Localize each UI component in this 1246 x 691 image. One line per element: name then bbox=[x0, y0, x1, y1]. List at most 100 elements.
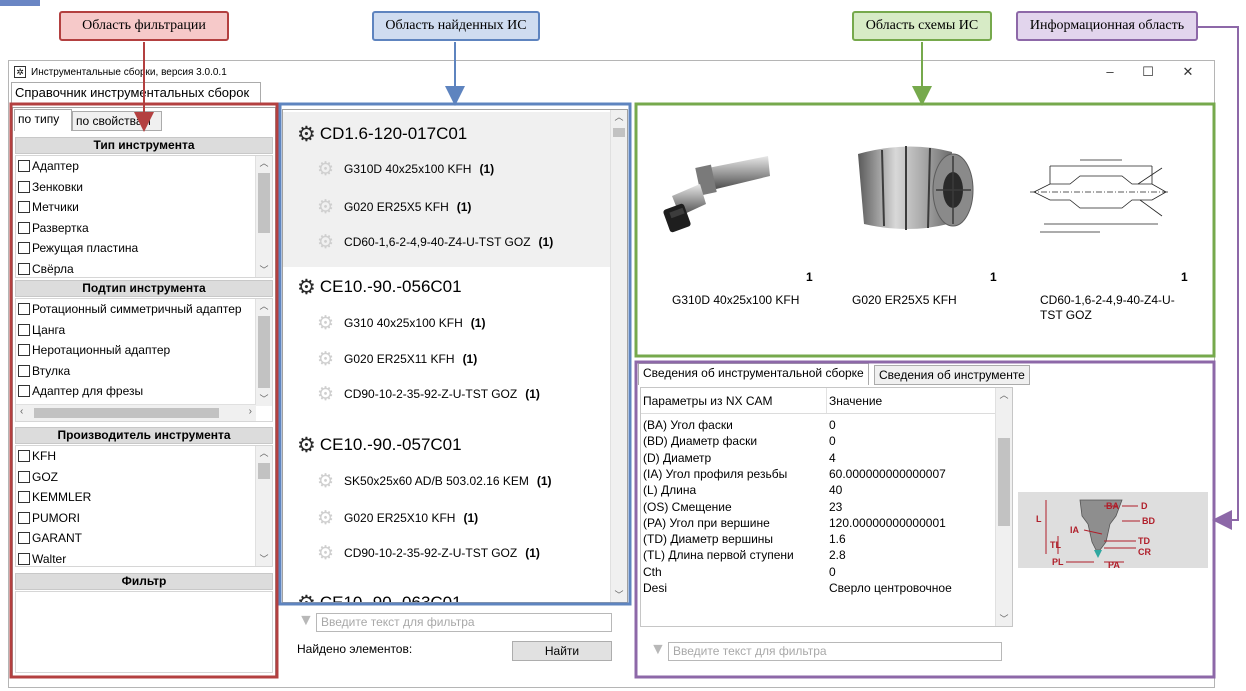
list-item[interactable]: Walter bbox=[16, 549, 272, 567]
list-item[interactable]: KFH bbox=[16, 446, 272, 467]
scroll-thumb[interactable] bbox=[998, 438, 1010, 526]
tool-subtype-hscrollbar[interactable]: ‹ › bbox=[16, 404, 256, 421]
checkbox[interactable] bbox=[18, 511, 30, 524]
tab-by-properties[interactable]: по свойствам bbox=[72, 111, 162, 131]
tab-tool-assembly-directory[interactable]: Справочник инструментальных сборок bbox=[11, 82, 261, 104]
found-list-scrollbar[interactable]: ︿ ﹀ bbox=[610, 110, 627, 602]
scroll-up-icon[interactable]: ︿ bbox=[256, 446, 272, 460]
column-header[interactable]: Значение bbox=[827, 388, 997, 413]
list-item[interactable]: Зенковки bbox=[16, 177, 272, 198]
table-row[interactable]: (BD) Диаметр фаски 0 bbox=[641, 433, 997, 449]
column-header[interactable]: Параметры из NX CAM bbox=[641, 388, 827, 413]
checkbox[interactable] bbox=[18, 323, 30, 336]
scroll-down-icon[interactable]: ﹀ bbox=[611, 588, 627, 602]
checkbox[interactable] bbox=[18, 303, 30, 316]
maximize-button[interactable]: ☐ bbox=[1132, 63, 1164, 81]
list-item[interactable]: Неротационный адаптер bbox=[16, 340, 272, 361]
table-row[interactable]: (IA) Угол профиля резьбы 60.0000000000000… bbox=[641, 466, 997, 482]
tab-assembly-info[interactable]: Сведения об инструментальной сборке bbox=[638, 363, 869, 385]
parameters-scrollbar[interactable]: ︿ ﹀ bbox=[995, 388, 1012, 626]
assembly-title[interactable]: ⚙ CE10.-90.-063C01 bbox=[297, 590, 462, 603]
minimize-button[interactable]: – bbox=[1094, 63, 1126, 81]
list-item[interactable]: ⚙ CD60-1,6-2-4,9-40-Z4-U-TST GOZ (1) bbox=[317, 230, 553, 254]
scroll-thumb[interactable] bbox=[613, 128, 625, 137]
checkbox[interactable] bbox=[18, 262, 30, 275]
checkbox[interactable] bbox=[18, 201, 30, 214]
list-item[interactable]: PUMORI bbox=[16, 508, 272, 529]
scroll-left-icon[interactable]: ‹ bbox=[20, 406, 23, 417]
list-item[interactable]: Ротационный симметричный адаптер bbox=[16, 299, 272, 320]
tab-tool-info[interactable]: Сведения об инструменте bbox=[874, 365, 1030, 385]
list-item[interactable]: ⚙ G020 ER25X10 KFH (1) bbox=[317, 506, 478, 530]
checkbox[interactable] bbox=[18, 385, 30, 398]
parameters-filter-input[interactable]: Введите текст для фильтра bbox=[668, 642, 1002, 661]
list-item[interactable]: GOZ bbox=[16, 467, 272, 488]
checkbox[interactable] bbox=[18, 532, 30, 545]
list-item[interactable]: Развертка bbox=[16, 218, 272, 239]
checkbox[interactable] bbox=[18, 344, 30, 357]
scroll-thumb[interactable] bbox=[258, 316, 270, 388]
tab-by-type[interactable]: по типу bbox=[14, 109, 72, 131]
manufacturer-scrollbar[interactable]: ︿ ﹀ bbox=[255, 446, 272, 566]
scroll-thumb[interactable] bbox=[258, 173, 270, 233]
table-row[interactable] bbox=[641, 596, 997, 612]
checkbox[interactable] bbox=[18, 242, 30, 255]
scroll-up-icon[interactable]: ︿ bbox=[996, 388, 1012, 402]
scroll-down-icon[interactable]: ﹀ bbox=[996, 612, 1012, 626]
checkbox[interactable] bbox=[18, 552, 30, 565]
find-button[interactable]: Найти bbox=[512, 641, 612, 661]
table-row[interactable]: (L) Длина 40 bbox=[641, 482, 997, 498]
list-item[interactable]: ⚙ CD90-10-2-35-92-Z-U-TST GOZ (1) bbox=[317, 541, 540, 565]
assembly-group[interactable]: ⚙ CD1.6-120-017C01 ⚙ G310D 40x25x100 KFH (1… bbox=[283, 112, 610, 267]
assembly-group[interactable]: ⚙ CE10.-90.-063C01 bbox=[283, 586, 610, 603]
scroll-thumb[interactable] bbox=[258, 463, 270, 479]
scroll-thumb[interactable] bbox=[34, 408, 219, 418]
list-item[interactable]: ⚙ CD90-10-2-35-92-Z-U-TST GOZ (1) bbox=[317, 382, 540, 406]
scroll-up-icon[interactable]: ︿ bbox=[256, 156, 272, 170]
table-row[interactable]: (TD) Диаметр вершины 1.6 bbox=[641, 531, 997, 547]
table-row[interactable]: Cth 0 bbox=[641, 564, 997, 580]
results-filter-input[interactable]: Введите текст для фильтра bbox=[316, 613, 612, 632]
table-row[interactable]: (D) Диаметр 4 bbox=[641, 450, 997, 466]
table-row[interactable]: (PA) Угол при вершине 120.00000000000001 bbox=[641, 515, 997, 531]
list-item[interactable]: Режущая пластина bbox=[16, 238, 272, 259]
assembly-title[interactable]: ⚙ CE10.-90.-056C01 bbox=[297, 274, 462, 300]
list-item[interactable]: Адаптер bbox=[16, 156, 272, 177]
scroll-up-icon[interactable]: ︿ bbox=[611, 110, 627, 124]
assembly-title[interactable]: ⚙ CD1.6-120-017C01 bbox=[297, 121, 467, 147]
checkbox[interactable] bbox=[18, 364, 30, 377]
scroll-down-icon[interactable]: ﹀ bbox=[256, 552, 272, 566]
tool-type-scrollbar[interactable]: ︿ ﹀ bbox=[255, 156, 272, 277]
close-button[interactable]: ✕ bbox=[1172, 63, 1204, 81]
list-item[interactable]: ⚙ G310 40x25x100 KFH (1) bbox=[317, 311, 485, 335]
checkbox[interactable] bbox=[18, 450, 30, 463]
list-item[interactable]: GARANT bbox=[16, 528, 272, 549]
list-item[interactable]: ⚙ G020 ER25X5 KFH (1) bbox=[317, 195, 471, 219]
checkbox[interactable] bbox=[18, 470, 30, 483]
checkbox[interactable] bbox=[18, 180, 30, 193]
checkbox[interactable] bbox=[18, 491, 30, 504]
scroll-down-icon[interactable]: ﹀ bbox=[256, 392, 272, 406]
assembly-group[interactable]: ⚙ CE10.-90.-057C01 ⚙ SK50x25x60 AD/B 503.0… bbox=[283, 426, 610, 586]
list-item[interactable]: ⚙ G310D 40x25x100 KFH (1) bbox=[317, 157, 494, 181]
assembly-title[interactable]: ⚙ CE10.-90.-057C01 bbox=[297, 432, 462, 458]
table-row[interactable]: (BA) Угол фаски 0 bbox=[641, 417, 997, 433]
checkbox[interactable] bbox=[18, 160, 30, 173]
tool-subtype-scrollbar[interactable]: ︿ ﹀ bbox=[255, 299, 272, 406]
list-item[interactable]: KEMMLER bbox=[16, 487, 272, 508]
list-item[interactable]: ⚙ G020 ER25X11 KFH (1) bbox=[317, 347, 477, 371]
list-item[interactable]: ⚙ SK50x25x60 AD/B 503.02.16 KEM (1) bbox=[317, 469, 552, 493]
table-row[interactable]: (TL) Длина первой ступени 2.8 bbox=[641, 547, 997, 563]
list-item[interactable]: Метчики bbox=[16, 197, 272, 218]
checkbox[interactable] bbox=[18, 221, 30, 234]
scroll-down-icon[interactable]: ﹀ bbox=[256, 263, 272, 277]
list-item[interactable]: Свёрла bbox=[16, 259, 272, 278]
scroll-up-icon[interactable]: ︿ bbox=[256, 299, 272, 313]
list-item[interactable]: Втулка bbox=[16, 361, 272, 382]
list-item[interactable]: Адаптер для фрезы bbox=[16, 381, 272, 402]
table-row[interactable]: (OS) Смещение 23 bbox=[641, 499, 997, 515]
table-row[interactable]: Desi Сверло центровочное bbox=[641, 580, 997, 596]
scroll-right-icon[interactable]: › bbox=[249, 406, 252, 417]
list-item[interactable]: Цанга bbox=[16, 320, 272, 341]
assembly-group[interactable]: ⚙ CE10.-90.-056C01 ⚙ G310 40x25x100 KFH (1)… bbox=[283, 269, 610, 426]
